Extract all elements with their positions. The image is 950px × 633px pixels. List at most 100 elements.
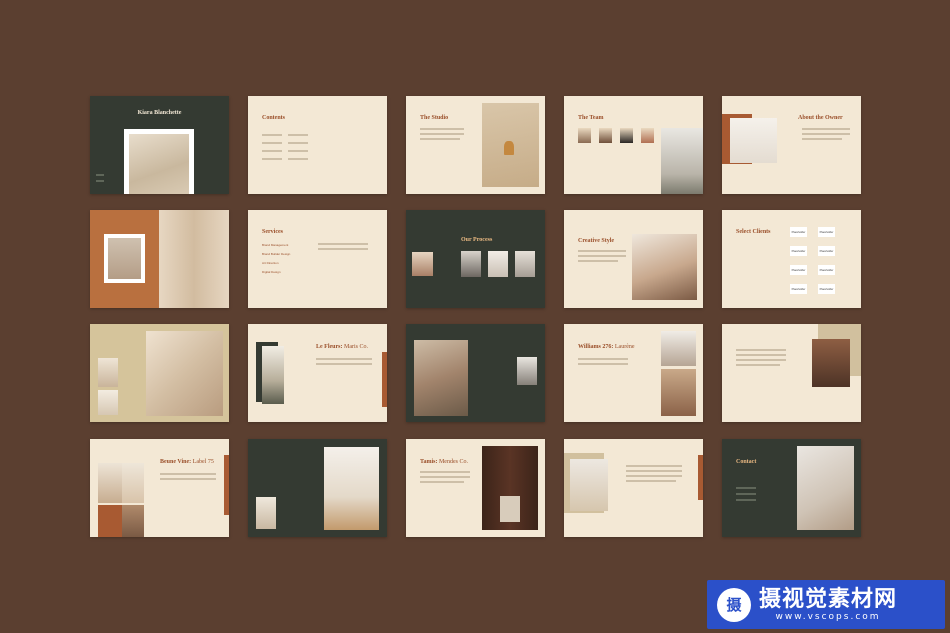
accent-bar	[698, 455, 703, 500]
text-line	[288, 142, 308, 144]
text-line	[736, 359, 786, 361]
text-line	[262, 134, 282, 136]
text-line	[736, 364, 780, 366]
title-light: Laurène	[614, 344, 635, 350]
slide-gallery[interactable]	[90, 324, 229, 422]
text-line	[578, 250, 626, 252]
text-line	[262, 158, 282, 160]
slide-plant[interactable]	[406, 324, 545, 422]
text-line	[736, 493, 756, 495]
photo	[122, 463, 144, 503]
photo	[412, 252, 433, 276]
slide-title: Beune Vine: Label 75	[160, 459, 214, 465]
photo	[482, 446, 538, 530]
slide-contents[interactable]: Contents	[248, 96, 387, 194]
photo	[515, 251, 535, 277]
text-line	[420, 481, 464, 483]
client-logo: Placeholder	[790, 265, 807, 275]
slide-case-tamis[interactable]: Tamis: Mendes Co.	[406, 439, 545, 537]
accent-block	[98, 505, 122, 537]
text-line	[96, 180, 104, 182]
photo	[98, 463, 122, 503]
title-light: Mendes Co.	[438, 459, 468, 465]
slide-title: Creative Style	[578, 238, 615, 244]
slide-title: Our Process	[461, 237, 493, 243]
slide-process[interactable]: Our Process	[406, 210, 545, 308]
text-line	[578, 260, 618, 262]
photo	[98, 390, 118, 415]
title-bold: Le Fleurs:	[316, 344, 343, 350]
slide-case-beune[interactable]: Beune Vine: Label 75	[90, 439, 229, 537]
accent-bar	[224, 455, 229, 515]
photo	[488, 251, 508, 277]
slide-case-le-fleurs[interactable]: Le Fleurs: Maris Co.	[248, 324, 387, 422]
slide-feature[interactable]	[564, 439, 703, 537]
office-photo	[661, 128, 703, 194]
text-line	[578, 363, 628, 365]
slide-title: Contact	[736, 459, 757, 465]
slide-portfolio[interactable]	[90, 210, 229, 308]
text-line	[802, 138, 842, 140]
client-logo: Placeholder	[790, 227, 807, 237]
slide-services[interactable]: Services Brand Management Brand Builder …	[248, 210, 387, 308]
text-line	[420, 138, 460, 140]
slide-quote[interactable]	[722, 324, 861, 422]
text-line	[262, 150, 282, 152]
slide-studio[interactable]: The Studio	[406, 96, 545, 194]
text-line	[288, 150, 308, 152]
watermark-text: 摄视觉素材网 www.vscops.com	[759, 586, 898, 622]
slide-contact[interactable]: Contact	[722, 439, 861, 537]
title-light: Label 75	[192, 459, 214, 465]
slide-title: Williams 276: Laurène	[578, 344, 635, 350]
slide-fashion-dark[interactable]	[248, 439, 387, 537]
title-bold: Tamis:	[420, 459, 438, 465]
slide-title: About the Owner	[798, 115, 843, 121]
title-bold: Williams 276:	[578, 344, 614, 350]
text-line	[802, 128, 850, 130]
slide-title: Kiara Blanchette	[137, 110, 182, 116]
slide-team[interactable]: The Team	[564, 96, 703, 194]
client-logo: Placeholder	[790, 246, 807, 256]
text-line	[318, 243, 368, 245]
watermark-banner: 摄 摄视觉素材网 www.vscops.com	[707, 580, 945, 629]
slide-case-williams[interactable]: Williams 276: Laurène	[564, 324, 703, 422]
photo	[414, 340, 468, 416]
team-photo	[578, 128, 591, 143]
client-logo: Placeholder	[790, 284, 807, 294]
photo	[146, 331, 223, 416]
team-photo	[620, 128, 633, 143]
client-logo: Placeholder	[818, 227, 835, 237]
photo	[797, 446, 854, 530]
text-line	[736, 487, 756, 489]
text-line	[626, 470, 682, 472]
text-line	[736, 354, 786, 356]
photo	[517, 357, 537, 385]
service-item: Brand Management	[262, 243, 289, 247]
slide-select-clients[interactable]: Select Clients Placeholder Placeholder P…	[722, 210, 861, 308]
owner-photo	[730, 118, 777, 163]
text-line	[420, 471, 470, 473]
service-item: Brand Builder Design	[262, 252, 291, 256]
slide-title: Services	[262, 229, 283, 235]
slide-cover[interactable]: Kiara Blanchette	[90, 96, 229, 194]
slide-title: Contents	[262, 115, 286, 121]
photo	[256, 497, 276, 529]
text-line	[736, 349, 786, 351]
slide-title: Le Fleurs: Maris Co.	[316, 344, 368, 350]
client-logo: Placeholder	[818, 246, 835, 256]
text-line	[420, 476, 470, 478]
slide-grid: Kiara Blanchette Contents The Studio The…	[90, 96, 861, 537]
team-photo	[641, 128, 654, 143]
team-photo	[599, 128, 612, 143]
watermark-name: 摄视觉素材网	[759, 586, 898, 612]
text-line	[316, 363, 372, 365]
text-line	[626, 475, 682, 477]
slide-owner[interactable]: About the Owner	[722, 96, 861, 194]
text-line	[160, 478, 216, 480]
title-bold: Beune Vine:	[160, 459, 192, 465]
slide-title: The Team	[578, 115, 604, 121]
title-light: Maris Co.	[344, 344, 368, 350]
watermark-url: www.vscops.com	[775, 611, 881, 622]
slide-creative-style[interactable]: Creative Style	[564, 210, 703, 308]
photo	[661, 331, 696, 366]
